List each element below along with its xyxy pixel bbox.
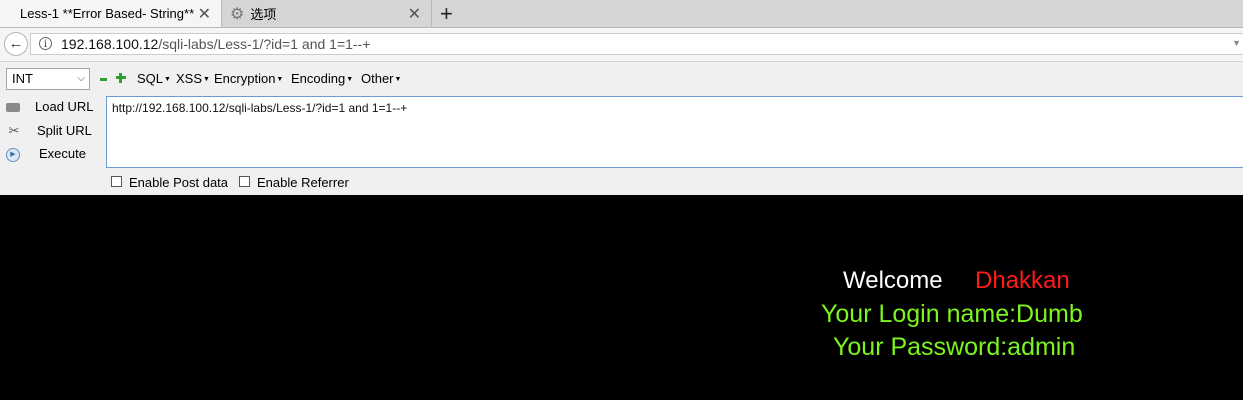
increase-icon[interactable] — [116, 73, 126, 83]
login-name-text: Your Login name:Dumb — [821, 300, 1083, 328]
play-icon: ▶ — [6, 148, 20, 162]
chevron-down-icon[interactable]: ▼ — [1232, 38, 1241, 48]
execute-button[interactable]: ▶ Execute — [0, 144, 100, 164]
tab-title: 选项 — [250, 7, 277, 22]
checkbox-box[interactable] — [111, 176, 122, 187]
tab-less-1[interactable]: Less-1 **Error Based- String** ✕ — [0, 0, 222, 27]
new-tab-button[interactable]: + — [440, 0, 453, 27]
load-url-icon — [6, 103, 20, 112]
caret-down-icon: ▼ — [346, 76, 354, 84]
password-text: Your Password:admin — [833, 333, 1076, 361]
menu-encryption[interactable]: Encryption▼ — [214, 71, 283, 86]
menu-label: SQL — [137, 71, 164, 86]
action-label: Load URL — [35, 99, 94, 114]
welcome-text: Welcome — [843, 267, 943, 294]
type-select[interactable]: INT ⌵ — [6, 68, 90, 90]
type-select-value: INT — [12, 71, 33, 86]
caret-down-icon: ▼ — [203, 76, 210, 84]
page-content: Welcome Dhakkan Your Login name:Dumb You… — [0, 195, 1243, 400]
back-button[interactable]: ← — [4, 32, 28, 56]
url-text: 192.168.100.12/sqli-labs/Less-1/?id=1 an… — [61, 36, 370, 52]
checkbox-label: Enable Referrer — [257, 175, 349, 190]
tab-strip: Less-1 **Error Based- String** ✕ ⚙ 选项 ✕ … — [0, 0, 1243, 28]
menu-other[interactable]: Other▼ — [361, 71, 401, 86]
split-url-button[interactable]: ✂ Split URL — [0, 121, 100, 141]
action-label: Execute — [39, 146, 86, 161]
caret-down-icon: ▼ — [276, 76, 284, 84]
url-textarea[interactable]: http://192.168.100.12/sqli-labs/Less-1/?… — [106, 96, 1243, 168]
url-host: 192.168.100.12 — [61, 36, 159, 52]
checkbox-label: Enable Post data — [129, 175, 229, 190]
menu-sql[interactable]: SQL▼ — [137, 71, 171, 86]
chevron-down-icon: ⌵ — [77, 73, 85, 84]
menu-label: XSS — [176, 71, 203, 86]
action-label: Split URL — [37, 123, 92, 138]
username-text: Dhakkan — [975, 267, 1070, 294]
url-textarea-value: http://192.168.100.12/sqli-labs/Less-1/?… — [112, 101, 408, 115]
info-icon[interactable]: i — [39, 37, 52, 50]
scissors-icon: ✂ — [8, 123, 20, 138]
decrease-icon[interactable] — [100, 78, 107, 81]
menu-label: Encoding — [291, 71, 346, 86]
caret-down-icon: ▼ — [164, 76, 171, 84]
address-bar[interactable]: i 192.168.100.12/sqli-labs/Less-1/?id=1 … — [30, 33, 1243, 55]
tab-options[interactable]: ⚙ 选项 ✕ — [222, 0, 432, 27]
close-tab-icon[interactable]: ✕ — [408, 4, 421, 24]
menu-xss[interactable]: XSS▼ — [176, 71, 210, 86]
checkbox-box[interactable] — [239, 176, 250, 187]
tab-title: Less-1 **Error Based- String** — [20, 6, 195, 21]
close-tab-icon[interactable]: ✕ — [198, 4, 211, 24]
url-path: /sqli-labs/Less-1/?id=1 and 1=1--+ — [158, 36, 371, 52]
menu-label: Encryption — [214, 71, 276, 86]
load-url-button[interactable]: Load URL — [0, 97, 100, 117]
navigation-bar: ← i 192.168.100.12/sqli-labs/Less-1/?id=… — [0, 28, 1243, 62]
menu-label: Other — [361, 71, 394, 86]
gear-icon: ⚙ — [230, 5, 245, 23]
hackbar-toolbar: INT ⌵ SQL▼ XSS▼ Encryption▼ Encoding▼ Ot… — [0, 66, 1243, 92]
caret-down-icon: ▼ — [394, 76, 402, 84]
browser-chrome: Less-1 **Error Based- String** ✕ ⚙ 选项 ✕ … — [0, 0, 1243, 195]
menu-encoding[interactable]: Encoding▼ — [291, 71, 353, 86]
